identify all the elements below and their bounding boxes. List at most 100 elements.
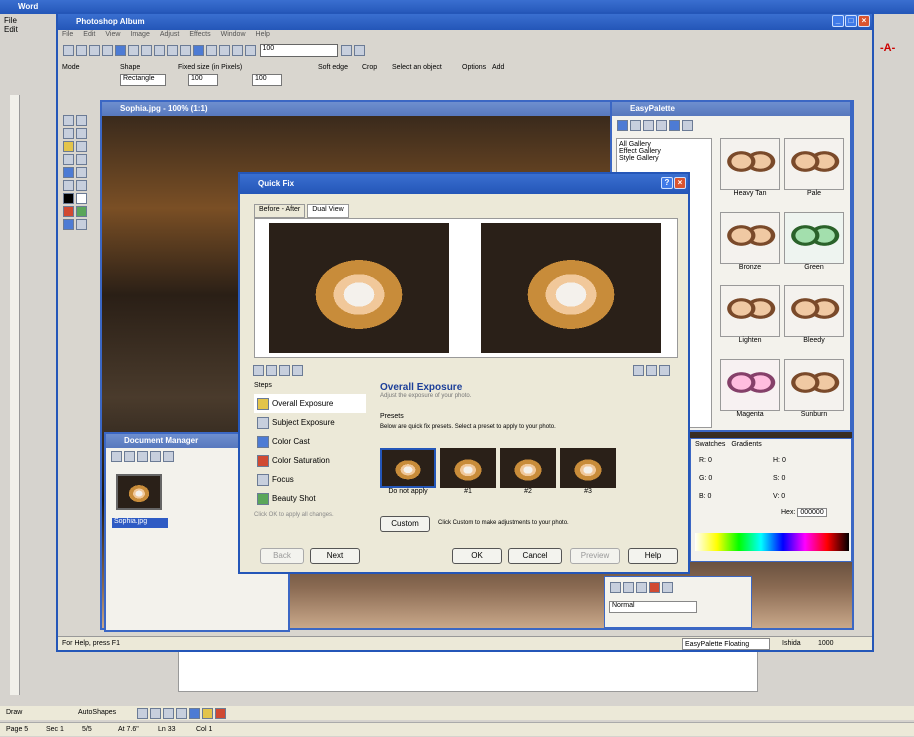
gallery-item-bronze[interactable]: Bronze: [720, 211, 780, 282]
dual-view-icon[interactable]: [659, 365, 670, 376]
zoom-in-icon[interactable]: [245, 45, 256, 56]
cut-icon[interactable]: [154, 45, 165, 56]
zoom-out-icon[interactable]: [266, 365, 277, 376]
shape-select[interactable]: Rectangle: [120, 74, 166, 86]
help-button[interactable]: Help: [628, 548, 678, 564]
tab-dual-view[interactable]: Dual View: [307, 204, 349, 218]
preset-2[interactable]: #2: [500, 448, 556, 498]
textbox-icon[interactable]: [189, 708, 200, 719]
arrow-icon[interactable]: [150, 708, 161, 719]
blue-tool-icon[interactable]: [63, 219, 74, 230]
color-spectrum[interactable]: [695, 533, 849, 551]
dialog-close-button[interactable]: ×: [674, 177, 686, 189]
lasso-tool-icon[interactable]: [76, 141, 87, 152]
select-tool-icon[interactable]: [63, 141, 74, 152]
menu-image[interactable]: Image: [130, 31, 149, 42]
menu-effects[interactable]: Effects: [189, 31, 210, 42]
tab-gradients[interactable]: Gradients: [731, 441, 761, 453]
mask-icon[interactable]: [206, 45, 217, 56]
eraser-tool-icon[interactable]: [76, 167, 87, 178]
gallery-item-green[interactable]: Green: [784, 211, 844, 282]
height-input[interactable]: 100: [252, 74, 282, 86]
line-icon[interactable]: [137, 708, 148, 719]
preview-button[interactable]: Preview: [570, 548, 620, 564]
split-view-icon[interactable]: [646, 365, 657, 376]
gallery-item-sunburn[interactable]: Sunburn: [784, 358, 844, 429]
palette-delete-icon[interactable]: [656, 120, 667, 131]
gallery-item-heavy-tan[interactable]: Heavy Tan: [720, 138, 780, 208]
zoom-select[interactable]: 100: [259, 44, 338, 57]
font-color-icon[interactable]: [215, 708, 226, 719]
blend-mode-select[interactable]: Normal: [609, 601, 697, 613]
outer-menu-file[interactable]: File: [4, 16, 54, 25]
palette-gallery-icon[interactable]: [617, 120, 628, 131]
layer-icon[interactable]: [193, 45, 204, 56]
menu-help[interactable]: Help: [256, 31, 270, 42]
field-r[interactable]: R: 0: [699, 457, 771, 473]
menu-edit[interactable]: Edit: [83, 31, 95, 42]
brush-tool-icon[interactable]: [63, 167, 74, 178]
background-color-icon[interactable]: [76, 193, 87, 204]
step-subject-exposure[interactable]: Subject Exposure: [254, 413, 366, 432]
layer-play-icon[interactable]: [662, 582, 673, 593]
palette-view-icon[interactable]: [669, 120, 680, 131]
paste-icon[interactable]: [141, 45, 152, 56]
actual-size-icon[interactable]: [292, 365, 303, 376]
fill-color-icon[interactable]: [202, 708, 213, 719]
preset-do-not-apply[interactable]: Do not apply: [380, 448, 436, 498]
field-b[interactable]: B: 0: [699, 493, 771, 509]
ruler-icon[interactable]: [232, 45, 243, 56]
preset-1[interactable]: #1: [440, 448, 496, 498]
menu-file[interactable]: File: [62, 31, 73, 42]
app-minimize-button[interactable]: _: [832, 15, 844, 27]
grid-icon[interactable]: [219, 45, 230, 56]
cancel-button[interactable]: Cancel: [508, 548, 562, 564]
menu-window[interactable]: Window: [221, 31, 246, 42]
app-close-button[interactable]: ×: [858, 15, 870, 27]
copy-icon[interactable]: [128, 45, 139, 56]
layer-new-icon[interactable]: [610, 582, 621, 593]
red-tool-icon[interactable]: [63, 206, 74, 217]
pick-tool-icon[interactable]: [63, 128, 74, 139]
rectangle-icon[interactable]: [163, 708, 174, 719]
doc-play-icon[interactable]: [163, 451, 174, 462]
pointer-tool-icon[interactable]: [63, 115, 74, 126]
doc-open-icon[interactable]: [124, 451, 135, 462]
field-g[interactable]: G: 0: [699, 475, 771, 491]
step-overall-exposure[interactable]: Overall Exposure: [254, 394, 366, 413]
gallery-item-pale[interactable]: Pale: [784, 138, 844, 208]
doc-close-icon[interactable]: [150, 451, 161, 462]
open-icon[interactable]: [76, 45, 87, 56]
menu-adjust[interactable]: Adjust: [160, 31, 179, 42]
layer-copy-icon[interactable]: [623, 582, 634, 593]
palette-options-icon[interactable]: [682, 120, 693, 131]
step-focus[interactable]: Focus: [254, 470, 366, 489]
help-icon[interactable]: [354, 45, 366, 56]
redo-icon[interactable]: [180, 45, 191, 56]
dialog-help-icon[interactable]: ?: [661, 177, 673, 189]
status-palette-select[interactable]: EasyPalette Floating: [682, 638, 770, 650]
app-maximize-button[interactable]: □: [845, 15, 857, 27]
hand-tool-icon[interactable]: [76, 115, 87, 126]
menu-view[interactable]: View: [105, 31, 120, 42]
view-icon[interactable]: [341, 45, 353, 56]
doc-new-icon[interactable]: [111, 451, 122, 462]
right-toolbar-font-color-icon[interactable]: -A-: [880, 42, 910, 58]
doc-save-icon[interactable]: [137, 451, 148, 462]
layer-merge-icon[interactable]: [636, 582, 647, 593]
field-s[interactable]: S: 0: [773, 475, 845, 491]
step-beauty-shot[interactable]: Beauty Shot: [254, 489, 366, 508]
fill-tool-icon[interactable]: [63, 180, 74, 191]
tab-before-after[interactable]: Before - After: [254, 204, 306, 218]
autoshapes-menu[interactable]: AutoShapes: [78, 706, 116, 720]
swap-tool-icon[interactable]: [76, 219, 87, 230]
print-icon[interactable]: [102, 45, 113, 56]
scan-icon[interactable]: [115, 45, 126, 56]
custom-button[interactable]: Custom: [380, 516, 430, 532]
preset-3[interactable]: #3: [560, 448, 616, 498]
save-icon[interactable]: [89, 45, 100, 56]
tree-effect-gallery[interactable]: Effect Gallery: [619, 148, 709, 155]
text-tool-icon[interactable]: [76, 154, 87, 165]
gallery-item-lighten[interactable]: Lighten: [720, 285, 780, 355]
tab-swatches[interactable]: Swatches: [695, 441, 725, 453]
